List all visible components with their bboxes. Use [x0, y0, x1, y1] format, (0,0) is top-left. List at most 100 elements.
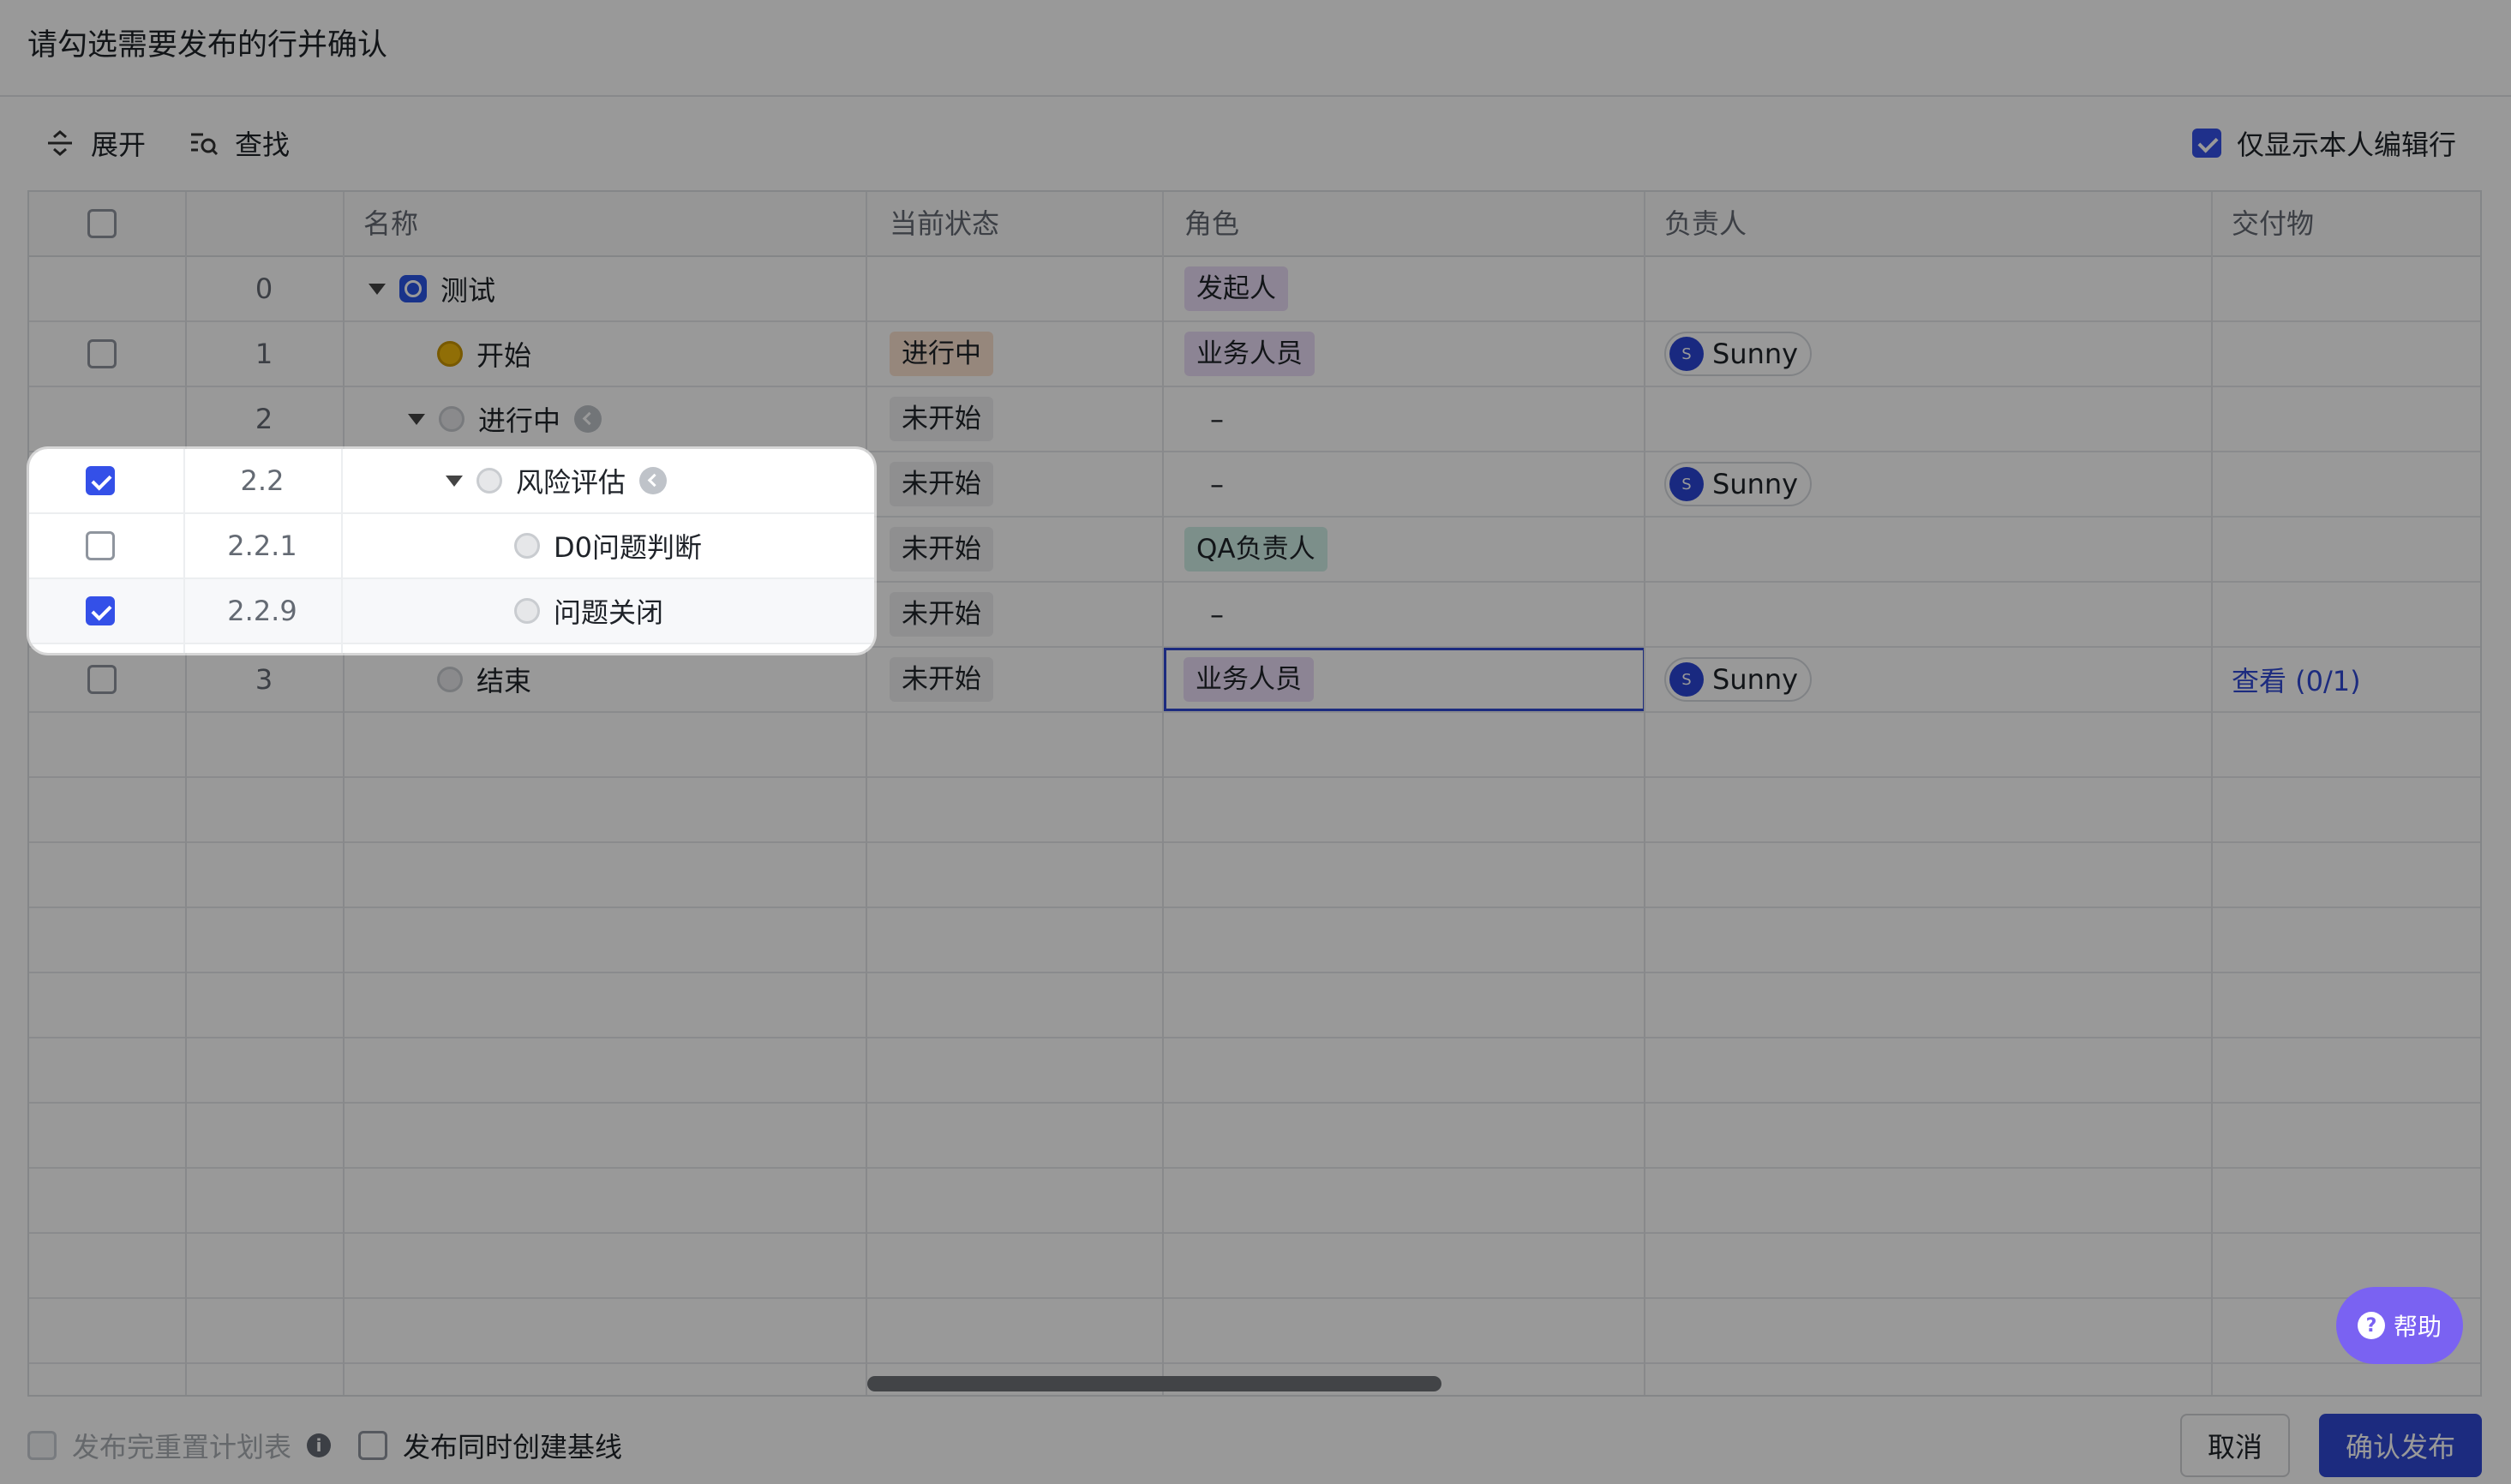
- status-cell[interactable]: 未开始: [890, 452, 993, 516]
- row-checkbox[interactable]: [86, 531, 115, 560]
- table-row[interactable]: 2 进行中 未开始 –: [29, 387, 2480, 452]
- find-button[interactable]: 查找: [189, 120, 290, 166]
- deliverable-link[interactable]: 查看 (0/1): [2232, 648, 2361, 711]
- milestone-icon: [399, 275, 427, 302]
- collapse-icon[interactable]: [446, 475, 463, 487]
- empty-row: [29, 1234, 2480, 1299]
- status-tag: 未开始: [890, 462, 993, 506]
- empty-row: [29, 973, 2480, 1038]
- role-cell[interactable]: –: [1184, 387, 1224, 451]
- status-cell[interactable]: 未开始: [890, 583, 993, 646]
- only-mine-toggle[interactable]: 仅显示本人编辑行: [2191, 120, 2456, 166]
- owner-chip[interactable]: S Sunny: [1664, 657, 1813, 702]
- row-select: [87, 322, 117, 386]
- reset-plan-option: 发布完重置计划表 i: [27, 1426, 332, 1465]
- status-cell[interactable]: 未开始: [890, 387, 993, 451]
- only-mine-checkbox[interactable]: [2191, 129, 2221, 158]
- row-checkbox[interactable]: [86, 596, 115, 625]
- collapse-icon[interactable]: [369, 283, 386, 295]
- row-select: [86, 449, 115, 512]
- status-cell[interactable]: 未开始: [890, 648, 993, 711]
- row-checkbox[interactable]: [87, 339, 117, 368]
- table-row[interactable]: 0 测试 发起人: [29, 257, 2480, 322]
- role-tag: 发起人: [1184, 266, 1288, 311]
- name-cell[interactable]: D0问题判断: [514, 514, 702, 577]
- return-icon: [574, 405, 602, 433]
- name-cell[interactable]: 进行中: [408, 387, 602, 451]
- search-icon: [191, 133, 219, 156]
- column-divider: [1162, 192, 1164, 1395]
- info-icon[interactable]: i: [307, 1433, 332, 1457]
- status-tag: 进行中: [890, 332, 993, 376]
- name-cell[interactable]: 结束: [437, 648, 531, 711]
- avatar: S: [1669, 662, 1704, 697]
- name-cell[interactable]: 开始: [437, 322, 531, 386]
- role-cell-selected[interactable]: 业务人员: [1164, 648, 1645, 711]
- expand-button[interactable]: 展开: [45, 120, 146, 166]
- avatar: S: [1669, 337, 1704, 371]
- status-cell[interactable]: 未开始: [890, 518, 993, 581]
- row-index: 0: [255, 272, 273, 305]
- baseline-option[interactable]: 发布同时创建基线: [358, 1426, 622, 1465]
- role-cell[interactable]: QA负责人: [1184, 518, 1327, 581]
- name-cell[interactable]: 风险评估: [446, 449, 668, 512]
- horizontal-scrollbar[interactable]: [867, 1376, 1441, 1391]
- status-cell[interactable]: 进行中: [890, 322, 993, 386]
- status-dot-icon: [476, 468, 502, 494]
- role-cell[interactable]: 业务人员: [1184, 322, 1315, 386]
- name-cell[interactable]: 测试: [369, 257, 495, 320]
- role-tag: 业务人员: [1184, 332, 1315, 376]
- row-checkbox[interactable]: [86, 466, 115, 495]
- column-divider: [183, 449, 185, 653]
- role-cell[interactable]: –: [1184, 583, 1224, 646]
- collapse-icon[interactable]: [408, 413, 425, 425]
- role-tag: QA负责人: [1184, 527, 1327, 571]
- row-checkbox[interactable]: [87, 665, 117, 694]
- row-select: [86, 514, 115, 577]
- owner-chip[interactable]: S Sunny: [1664, 462, 1813, 506]
- avatar: S: [1669, 467, 1704, 501]
- confirm-publish-button[interactable]: 确认发布: [2319, 1414, 2482, 1477]
- col-header-name[interactable]: 名称: [363, 192, 418, 255]
- table-row[interactable]: 1 开始 进行中 业务人员 S Sunny: [29, 322, 2480, 387]
- row-index: 2.2: [240, 464, 285, 497]
- baseline-checkbox[interactable]: [358, 1431, 387, 1460]
- row-index: 2: [255, 403, 273, 435]
- role-cell[interactable]: 发起人: [1184, 257, 1288, 320]
- status-tag: 未开始: [890, 657, 993, 702]
- empty-row: [29, 778, 2480, 843]
- table-row[interactable]: 2.2.1 D0问题判断: [29, 514, 874, 579]
- baseline-label: 发布同时创建基线: [403, 1431, 623, 1463]
- publish-table: 名称 当前状态 角色 负责人 交付物 0 测试 发起人 1 开始 进行中 业务人…: [27, 190, 2482, 1397]
- row-select: [86, 579, 115, 643]
- expand-label: 展开: [91, 129, 147, 161]
- role-cell[interactable]: –: [1184, 452, 1224, 516]
- empty-row: [29, 1299, 2480, 1364]
- column-divider: [866, 192, 867, 1395]
- select-all-cell: [87, 192, 117, 255]
- table-row[interactable]: 2.2.9 问题关闭: [29, 579, 874, 644]
- col-header-owner[interactable]: 负责人: [1664, 192, 1747, 255]
- table-row[interactable]: 2.2 风险评估: [29, 449, 874, 514]
- empty-row: [29, 843, 2480, 908]
- dialog-title: 请勾选需要发布的行并确认: [27, 28, 388, 63]
- reset-plan-label: 发布完重置计划表: [72, 1431, 292, 1463]
- help-label: 帮助: [2393, 1313, 2442, 1341]
- select-all-checkbox[interactable]: [87, 209, 117, 238]
- row-index: 2.2.1: [227, 530, 297, 562]
- column-divider: [1644, 192, 1645, 1395]
- col-header-role[interactable]: 角色: [1184, 192, 1239, 255]
- owner-chip[interactable]: S Sunny: [1664, 332, 1813, 376]
- help-button[interactable]: ? 帮助: [2336, 1287, 2463, 1364]
- column-divider: [343, 192, 345, 1395]
- owner-cell[interactable]: S Sunny: [1664, 452, 1813, 516]
- column-divider: [185, 192, 187, 1395]
- col-header-status[interactable]: 当前状态: [890, 192, 999, 255]
- cancel-button[interactable]: 取消: [2180, 1414, 2290, 1477]
- col-header-deliverable[interactable]: 交付物: [2232, 192, 2314, 255]
- table-row[interactable]: 3 结束 未开始 业务人员 S Sunny 查看 (0/1): [29, 648, 2480, 713]
- name-cell[interactable]: 问题关闭: [514, 579, 663, 643]
- row-index: 2.2.9: [227, 595, 297, 627]
- owner-cell[interactable]: S Sunny: [1664, 648, 1813, 711]
- owner-cell[interactable]: S Sunny: [1664, 322, 1813, 386]
